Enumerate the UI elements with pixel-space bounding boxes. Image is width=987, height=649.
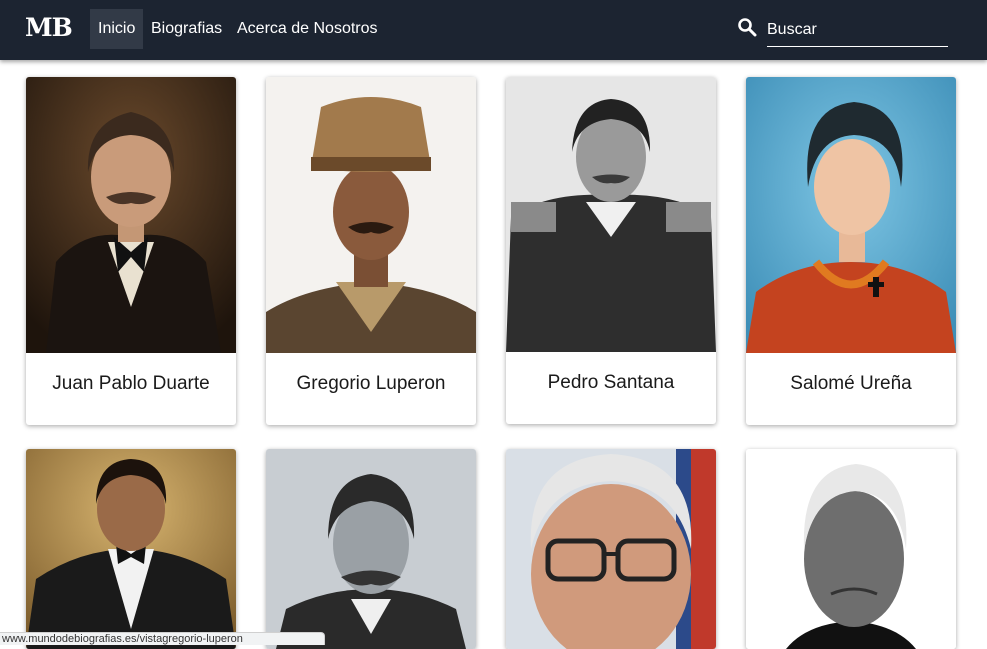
portrait-image bbox=[506, 449, 716, 649]
card-title: Juan Pablo Duarte bbox=[52, 373, 210, 394]
card-title: Salomé Ureña bbox=[790, 373, 912, 394]
nav-item-biografias[interactable]: Biografias bbox=[143, 9, 230, 49]
top-navbar: MB Inicio Biografias Acerca de Nosotros bbox=[0, 0, 987, 60]
status-bar-url: www.mundodebiografias.es/vistagregorio-l… bbox=[0, 632, 325, 645]
biography-card-8[interactable] bbox=[746, 449, 956, 649]
biography-card-urena[interactable]: Salomé Ureña bbox=[746, 77, 956, 425]
nav-item-inicio[interactable]: Inicio bbox=[90, 9, 144, 49]
biography-card-santana[interactable]: Pedro Santana bbox=[506, 77, 716, 424]
portrait-image bbox=[26, 449, 236, 649]
portrait-image bbox=[506, 77, 716, 352]
search-icon[interactable] bbox=[737, 17, 757, 37]
brand-logo[interactable]: MB bbox=[25, 13, 73, 42]
portrait-image bbox=[746, 449, 956, 649]
portrait-image bbox=[266, 449, 476, 649]
portrait-image bbox=[26, 77, 236, 353]
card-title: Pedro Santana bbox=[547, 372, 675, 393]
portrait-image bbox=[746, 77, 956, 353]
portrait-image bbox=[266, 77, 476, 353]
card-title: Gregorio Luperon bbox=[296, 373, 446, 394]
biography-card-7[interactable] bbox=[506, 449, 716, 649]
search-input[interactable] bbox=[767, 13, 948, 47]
biography-card-luperon[interactable]: Gregorio Luperon bbox=[266, 77, 476, 425]
biography-card-5[interactable] bbox=[26, 449, 236, 649]
biography-card-duarte[interactable]: Juan Pablo Duarte bbox=[26, 77, 236, 425]
biography-card-6[interactable] bbox=[266, 449, 476, 649]
nav-item-acerca[interactable]: Acerca de Nosotros bbox=[229, 9, 386, 49]
